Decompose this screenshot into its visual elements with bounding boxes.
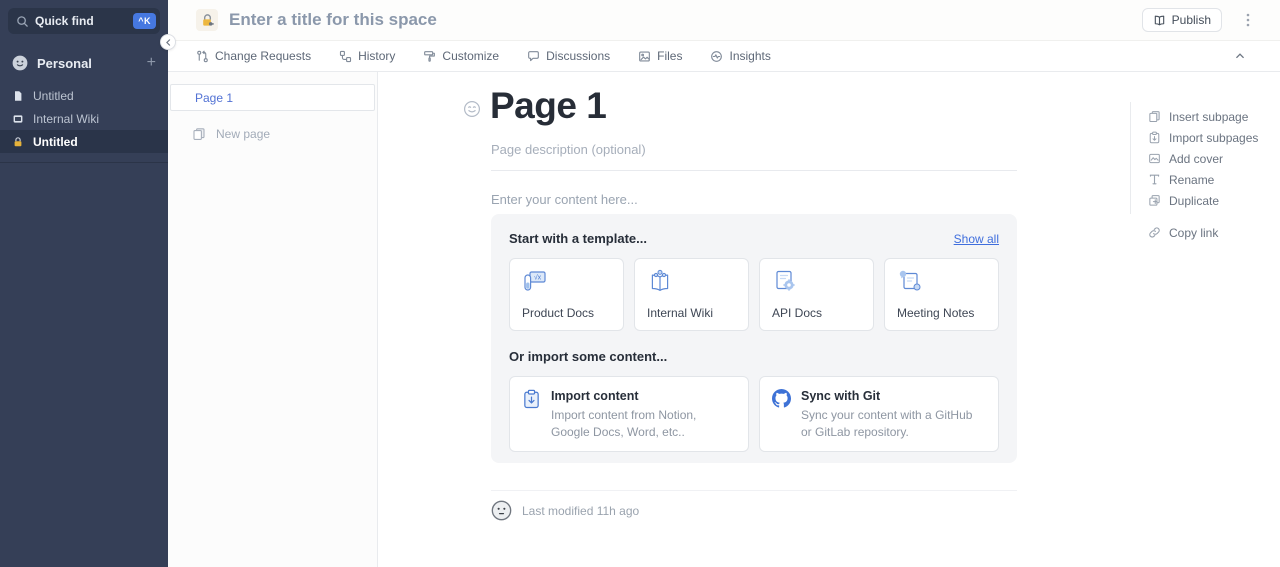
sync-with-git-card[interactable]: Sync with Git Sync your content with a G… <box>759 376 999 452</box>
duplicate-button[interactable]: Duplicate <box>1148 190 1268 211</box>
page-actions-menu: Insert subpage Import subpages Add cover <box>1148 106 1268 243</box>
import-cards: Import content Import content from Notio… <box>509 376 999 452</box>
template-cards: √x Product Docs Internal Wiki <box>509 258 999 331</box>
page-title[interactable]: Page 1 <box>490 85 606 127</box>
import-content-card[interactable]: Import content Import content from Notio… <box>509 376 749 452</box>
page-tree-item-page1[interactable]: Page 1 <box>170 84 375 111</box>
workspace-avatar <box>12 55 28 71</box>
add-cover-icon <box>1148 152 1161 165</box>
tab-insights[interactable]: Insights <box>710 49 770 63</box>
tab-files[interactable]: Files <box>638 49 682 63</box>
rename-button[interactable]: Rename <box>1148 169 1268 190</box>
space-tabbar: Change Requests History Customize Discus… <box>168 41 1280 72</box>
template-card-meeting-notes[interactable]: Meeting Notes <box>884 258 999 331</box>
meeting-notes-icon <box>897 269 923 293</box>
actions-divider <box>1130 102 1131 214</box>
getting-started-panel: Start with a template... Show all √x Pro… <box>491 214 1017 463</box>
show-all-link[interactable]: Show all <box>954 232 999 246</box>
quick-find[interactable]: Quick find ^K <box>8 8 160 34</box>
insert-subpage-icon <box>1148 110 1161 123</box>
duplicate-icon <box>1148 194 1161 207</box>
space-item-untitled-1[interactable]: Untitled <box>0 84 168 107</box>
workspace-name: Personal <box>37 56 138 71</box>
last-modified-row: Last modified 11h ago <box>491 490 1017 521</box>
tab-history[interactable]: History <box>339 49 395 63</box>
description-divider <box>491 170 1017 171</box>
new-page-button[interactable]: New page <box>168 127 377 141</box>
smiley-icon <box>463 100 481 118</box>
add-cover-button[interactable]: Add cover <box>1148 148 1268 169</box>
page-tree: Page 1 New page <box>168 72 378 567</box>
lock-emoji-icon <box>200 13 215 28</box>
more-options-button[interactable] <box>1246 13 1250 27</box>
shortcut-badge: ^K <box>133 13 156 29</box>
workspace-sidebar: Quick find ^K Personal + Untitled <box>0 0 168 567</box>
chevron-left-icon <box>165 39 172 46</box>
publish-button[interactable]: Publish <box>1142 8 1222 32</box>
last-modified-text: Last modified 11h ago <box>522 504 639 518</box>
modified-by-avatar <box>491 500 512 521</box>
svg-text:√x: √x <box>534 274 542 282</box>
space-emoji-button[interactable] <box>196 9 218 31</box>
template-card-internal-wiki[interactable]: Internal Wiki <box>634 258 749 331</box>
book-icon <box>12 113 24 125</box>
paint-roller-icon <box>423 50 436 63</box>
github-icon <box>772 389 791 408</box>
import-subpages-button[interactable]: Import subpages <box>1148 127 1268 148</box>
chevron-up-icon <box>1234 50 1246 62</box>
import-content-icon <box>522 389 541 409</box>
import-heading: Or import some content... <box>509 349 999 364</box>
search-icon <box>16 15 29 28</box>
quick-find-label: Quick find <box>35 14 127 28</box>
versions-icon <box>339 50 352 63</box>
rename-icon <box>1148 173 1161 186</box>
new-page-icon <box>192 127 206 141</box>
book-open-icon <box>1153 14 1166 27</box>
templates-heading: Start with a template... <box>509 231 647 246</box>
content-placeholder[interactable]: Enter your content here... <box>491 192 638 207</box>
insert-subpage-button[interactable]: Insert subpage <box>1148 106 1268 127</box>
pulse-icon <box>710 50 723 63</box>
gitbook-app: Quick find ^K Personal + Untitled <box>0 0 1280 567</box>
tab-discussions[interactable]: Discussions <box>527 49 610 63</box>
lock-icon <box>12 136 24 148</box>
template-card-product-docs[interactable]: √x Product Docs <box>509 258 624 331</box>
space-list: Untitled Internal Wiki Untitled <box>0 84 168 153</box>
publish-label: Publish <box>1172 13 1211 27</box>
add-space-button[interactable]: + <box>147 55 156 71</box>
page-emoji-button[interactable] <box>463 100 481 118</box>
copy-link-icon <box>1148 226 1161 239</box>
page-icon <box>12 90 24 102</box>
kebab-icon <box>1246 13 1250 27</box>
chat-bubble-icon <box>527 50 540 63</box>
sidebar-divider <box>0 162 168 163</box>
collapse-sidebar-button[interactable] <box>160 34 176 50</box>
page-description-input[interactable]: Page description (optional) <box>491 142 646 157</box>
space-title-input[interactable]: Enter a title for this space <box>229 10 437 30</box>
space-item-internal-wiki[interactable]: Internal Wiki <box>0 107 168 130</box>
tab-change-requests[interactable]: Change Requests <box>196 49 311 63</box>
product-docs-icon: √x <box>522 269 548 293</box>
tab-customize[interactable]: Customize <box>423 49 499 63</box>
copy-link-button[interactable]: Copy link <box>1148 222 1268 243</box>
collapse-tabbar-button[interactable] <box>1234 50 1246 62</box>
space-item-untitled-2[interactable]: Untitled <box>0 130 168 153</box>
page-editor: Page 1 Page description (optional) Enter… <box>378 72 1280 567</box>
internal-wiki-icon <box>647 269 673 293</box>
api-docs-icon <box>772 269 798 293</box>
workspace-row[interactable]: Personal + <box>0 50 168 76</box>
space-header: Enter a title for this space Publish <box>168 0 1280 41</box>
pull-request-icon <box>196 50 209 63</box>
image-icon <box>638 50 651 63</box>
import-subpages-icon <box>1148 131 1161 144</box>
template-card-api-docs[interactable]: API Docs <box>759 258 874 331</box>
